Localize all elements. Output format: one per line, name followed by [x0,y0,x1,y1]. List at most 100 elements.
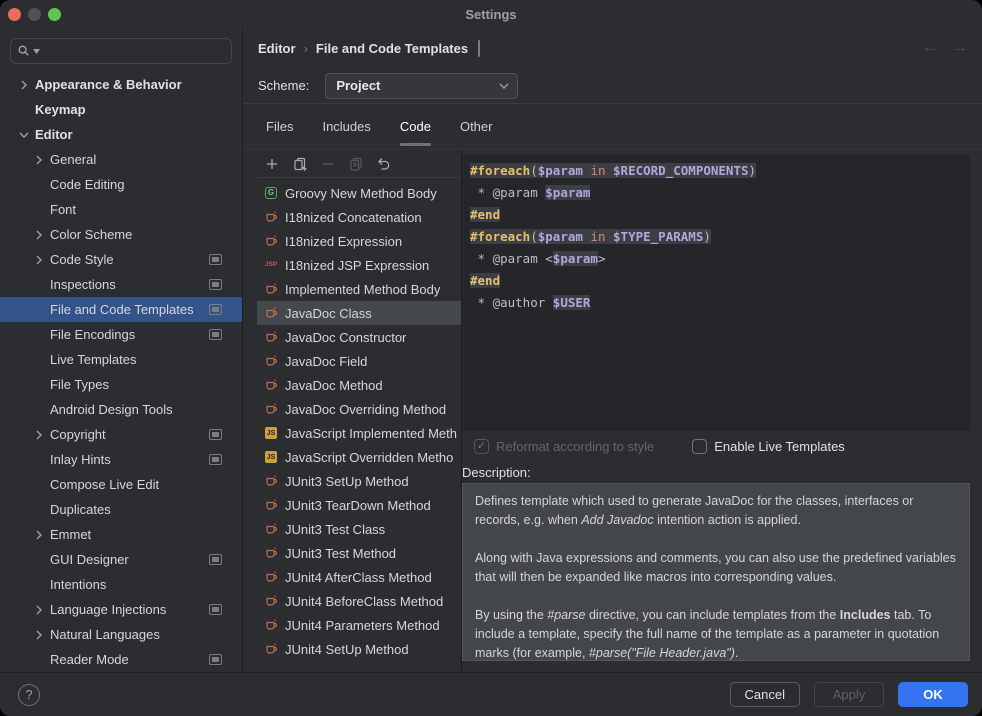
back-arrow-icon[interactable]: ← [922,39,938,57]
scheme-select-value: Project [336,78,380,93]
code-line: #end [470,204,962,226]
template-item-label: JavaScript Overridden Metho [285,450,453,465]
chevron-collapsed-icon[interactable] [33,154,45,166]
template-item-javadoc-field[interactable]: JavaDoc Field [257,349,461,373]
code-token: ( [530,163,538,178]
java-icon [264,210,278,224]
sidebar-item-emmet[interactable]: Emmet [0,522,242,547]
sidebar-item-android-design-tools[interactable]: Android Design Tools [0,397,242,422]
template-item-junit3-test-class[interactable]: JUnit3 Test Class [257,517,461,541]
sidebar-item-code-style[interactable]: Code Style [0,247,242,272]
remove-template-button[interactable] [317,154,339,174]
sidebar-item-appearance-behavior[interactable]: Appearance & Behavior [0,72,242,97]
code-token: #end [470,207,500,222]
sidebar-item-live-templates[interactable]: Live Templates [0,347,242,372]
sidebar-item-natural-languages[interactable]: Natural Languages [0,622,242,647]
code-token: #end [470,273,500,288]
sidebar-item-color-scheme[interactable]: Color Scheme [0,222,242,247]
duplicate-template-button[interactable] [345,154,367,174]
chevron-collapsed-icon[interactable] [33,429,45,441]
template-item-junit4-parameters-method[interactable]: JUnit4 Parameters Method [257,613,461,637]
template-item-junit4-setup-method[interactable]: JUnit4 SetUp Method [257,637,461,661]
apply-button[interactable]: Apply [814,682,884,707]
minus-icon [320,156,336,172]
template-item-javadoc-overriding-method[interactable]: JavaDoc Overriding Method [257,397,461,421]
js-icon: JS [264,450,278,464]
sidebar-item-font[interactable]: Font [0,197,242,222]
template-item-javadoc-method[interactable]: JavaDoc Method [257,373,461,397]
template-item-junit4-beforeclass-method[interactable]: JUnit4 BeforeClass Method [257,589,461,613]
chevron-collapsed-icon[interactable] [33,604,45,616]
copy-plus-icon [292,156,308,172]
sidebar-item-intentions[interactable]: Intentions [0,572,242,597]
template-item-label: JUnit3 Test Method [285,546,396,561]
chevron-expanded-icon[interactable] [18,129,30,141]
scheme-select[interactable]: Project [325,73,518,99]
sidebar-item-duplicates[interactable]: Duplicates [0,497,242,522]
sidebar-item-inlay-hints[interactable]: Inlay Hints [0,447,242,472]
sidebar-item-code-editing[interactable]: Code Editing [0,172,242,197]
cancel-button[interactable]: Cancel [730,682,800,707]
reformat-checkbox[interactable]: ✓ Reformat according to style [474,439,654,454]
sidebar-item-language-injections[interactable]: Language Injections [0,597,242,622]
search-input[interactable] [42,43,225,60]
search-options-chevron-icon[interactable] [33,49,40,54]
ok-button[interactable]: OK [898,682,968,707]
sidebar-item-keymap[interactable]: Keymap [0,97,242,122]
sidebar-item-gui-designer[interactable]: GUI Designer [0,547,242,572]
settings-sidebar: Appearance & BehaviorKeymapEditorGeneral… [0,28,243,672]
tab-code[interactable]: Code [400,104,431,149]
sidebar-item-editor[interactable]: Editor [0,122,242,147]
settings-search-box[interactable] [10,38,232,64]
chevron-collapsed-icon[interactable] [18,79,30,91]
sidebar-item-reader-mode[interactable]: Reader Mode [0,647,242,672]
sidebar-item-general[interactable]: General [0,147,242,172]
help-button[interactable]: ? [18,684,40,706]
breadcrumb-editor[interactable]: Editor [258,41,296,56]
chevron-spacer [33,179,45,191]
project-level-icon [209,304,222,315]
template-item-i18nized-expression[interactable]: I18nized Expression [257,229,461,253]
sidebar-item-copyright[interactable]: Copyright [0,422,242,447]
reset-arrow-icon [376,156,392,172]
enable-live-templates-checkbox[interactable]: Enable Live Templates [692,439,845,454]
template-item-implemented-method-body[interactable]: Implemented Method Body [257,277,461,301]
chevron-collapsed-icon[interactable] [33,254,45,266]
tab-other[interactable]: Other [460,104,493,149]
template-code-editor[interactable]: #foreach($param in $RECORD_COMPONENTS) *… [462,155,970,431]
sidebar-item-file-and-code-templates[interactable]: File and Code Templates [0,297,242,322]
template-item-javadoc-constructor[interactable]: JavaDoc Constructor [257,325,461,349]
project-level-icon [209,554,222,565]
template-item-i18nized-jsp-expression[interactable]: JSPI18nized JSP Expression [257,253,461,277]
code-token: $param [553,251,598,266]
template-options: ✓ Reformat according to style Enable Liv… [462,431,970,461]
forward-arrow-icon[interactable]: → [952,39,968,57]
java-icon [264,594,278,608]
add-template-button[interactable] [261,154,283,174]
template-item-junit4-afterclass-method[interactable]: JUnit4 AfterClass Method [257,565,461,589]
copy-icon [348,156,364,172]
reset-template-button[interactable] [373,154,395,174]
chevron-collapsed-icon[interactable] [33,629,45,641]
template-item-junit3-test-method[interactable]: JUnit3 Test Method [257,541,461,565]
code-token: $RECORD_COMPONENTS [613,163,748,178]
template-item-label: JUnit4 SetUp Method [285,642,409,657]
chevron-collapsed-icon[interactable] [33,229,45,241]
java-icon [264,498,278,512]
chevron-collapsed-icon[interactable] [33,529,45,541]
template-item-junit3-teardown-method[interactable]: JUnit3 TearDown Method [257,493,461,517]
tab-includes[interactable]: Includes [322,104,370,149]
tab-files[interactable]: Files [266,104,293,149]
copy-template-button[interactable] [289,154,311,174]
template-item-i18nized-concatenation[interactable]: I18nized Concatenation [257,205,461,229]
template-item-groovy-new-method-body[interactable]: GGroovy New Method Body [257,181,461,205]
template-item-label: I18nized Expression [285,234,402,249]
sidebar-item-file-encodings[interactable]: File Encodings [0,322,242,347]
sidebar-item-inspections[interactable]: Inspections [0,272,242,297]
template-item-javadoc-class[interactable]: JavaDoc Class [257,301,461,325]
sidebar-item-compose-live-edit[interactable]: Compose Live Edit [0,472,242,497]
template-item-javascript-overridden-metho[interactable]: JS JavaScript Overridden Metho [257,445,461,469]
sidebar-item-file-types[interactable]: File Types [0,372,242,397]
template-item-junit3-setup-method[interactable]: JUnit3 SetUp Method [257,469,461,493]
template-item-javascript-implemented-meth[interactable]: JSJavaScript Implemented Meth [257,421,461,445]
